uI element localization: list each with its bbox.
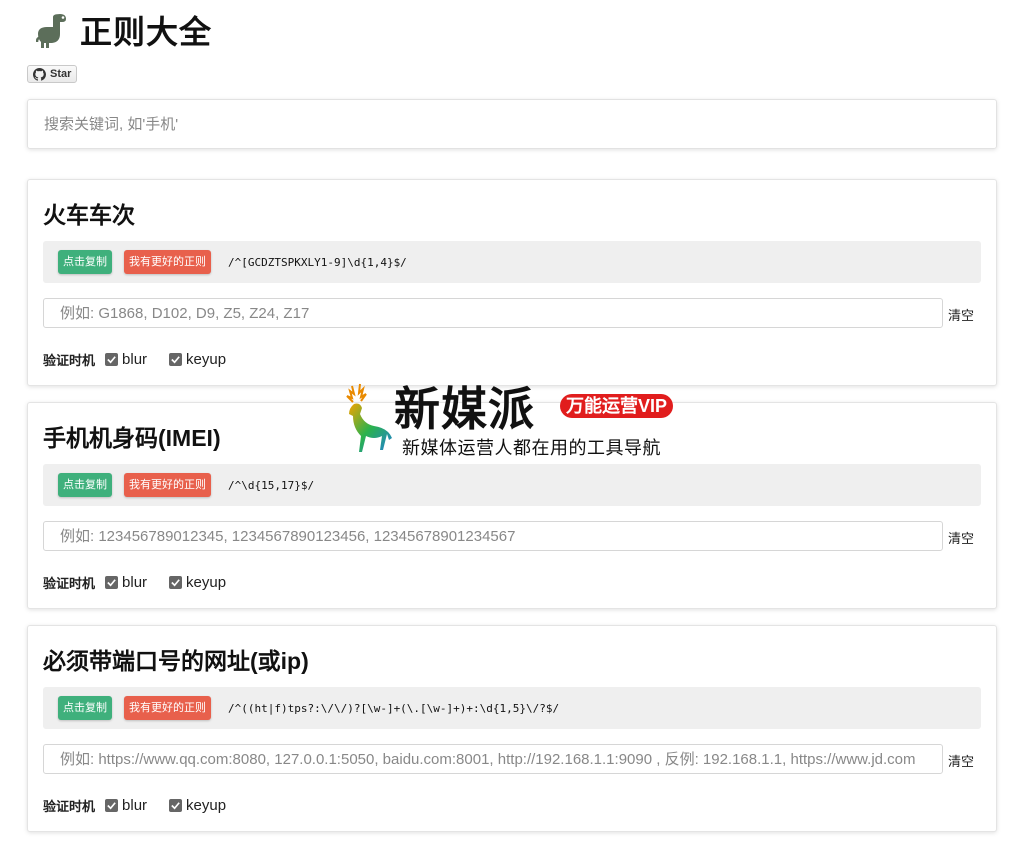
regex-text: /^[GCDZTSPKXLY1-9]\d{1,4}$/ [228,255,407,269]
checkbox-label: blur [122,351,148,368]
checkmark-icon [169,576,183,589]
checkbox-label: keyup [186,797,227,814]
deer-logo-icon [346,383,392,452]
checkbox-label: blur [122,574,148,591]
clear-button[interactable]: 清空 [948,751,974,770]
copy-button[interactable]: 点击复制 [58,473,112,497]
keyup-checkbox[interactable]: keyup [169,574,226,591]
regex-bar: 点击复制 我有更好的正则 /^((ht|f)tps?:\/\/)?[\w-]+(… [43,687,981,729]
better-regex-button[interactable]: 我有更好的正则 [124,696,211,720]
validate-options: 验证时机 blur keyup [43,350,248,369]
dinosaur-icon [36,14,66,48]
checkbox-label: keyup [186,574,227,591]
regex-bar: 点击复制 我有更好的正则 /^\d{15,17}$/ [43,464,981,506]
checkmark-icon [105,799,119,812]
card-title: 必须带端口号的网址(或ip) [43,648,309,674]
better-regex-button[interactable]: 我有更好的正则 [124,473,211,497]
test-input[interactable] [58,303,928,323]
regex-bar: 点击复制 我有更好的正则 /^[GCDZTSPKXLY1-9]\d{1,4}$/ [43,241,981,283]
checkmark-icon [105,353,119,366]
star-label: Star [50,68,72,80]
test-input[interactable] [58,749,928,769]
regex-text: /^\d{15,17}$/ [228,478,315,492]
test-input-wrapper [43,744,943,774]
checkbox-label: keyup [186,351,227,368]
blur-checkbox[interactable]: blur [105,574,147,591]
page-header: 正则大全 [36,8,212,52]
regex-card: 火车车次 点击复制 我有更好的正则 /^[GCDZTSPKXLY1-9]\d{1… [27,179,997,386]
watermark-subtitle: 新媒体运营人都在用的工具导航 [402,438,661,458]
watermark-badge: 万能运营VIP [560,394,674,418]
regex-text: /^((ht|f)tps?:\/\/)?[\w-]+(\.[\w-]+)+:\d… [228,701,560,715]
checkmark-icon [169,353,183,366]
checkmark-icon [169,799,183,812]
search-input[interactable] [42,114,996,134]
watermark-logo: 新媒派 万能运营VIP 新媒体运营人都在用的工具导航 [334,382,689,462]
copy-button[interactable]: 点击复制 [58,250,112,274]
watermark-title: 新媒派 [394,383,535,435]
github-star-button[interactable]: Star [27,65,78,83]
test-input-wrapper [43,298,943,328]
better-regex-button[interactable]: 我有更好的正则 [124,250,211,274]
card-title: 火车车次 [43,202,135,228]
validate-label: 验证时机 [43,576,96,591]
card-title: 手机机身码(IMEI) [43,425,221,451]
keyup-checkbox[interactable]: keyup [169,797,226,814]
validate-options: 验证时机 blur keyup [43,573,248,592]
validate-label: 验证时机 [43,799,96,814]
keyup-checkbox[interactable]: keyup [169,351,226,368]
search-box [27,99,997,149]
github-icon [33,67,46,81]
copy-button[interactable]: 点击复制 [58,696,112,720]
clear-button[interactable]: 清空 [948,305,974,324]
blur-checkbox[interactable]: blur [105,797,147,814]
clear-button[interactable]: 清空 [948,528,974,547]
validate-options: 验证时机 blur keyup [43,796,248,815]
test-input[interactable] [58,526,928,546]
regex-card: 必须带端口号的网址(或ip) 点击复制 我有更好的正则 /^((ht|f)tps… [27,625,997,832]
test-input-wrapper [43,521,943,551]
checkbox-label: blur [122,797,148,814]
validate-label: 验证时机 [43,353,96,368]
blur-checkbox[interactable]: blur [105,351,147,368]
page-title: 正则大全 [80,14,213,50]
checkmark-icon [105,576,119,589]
